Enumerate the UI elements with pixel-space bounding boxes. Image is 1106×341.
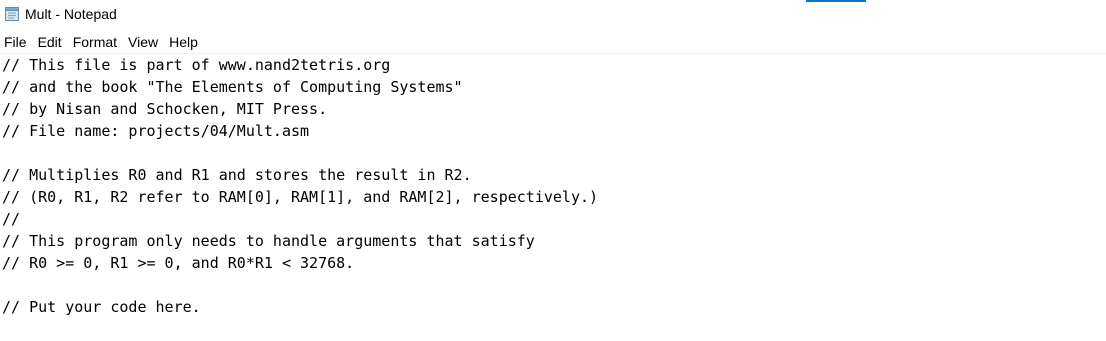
title-bar[interactable]: Mult - Notepad: [0, 0, 1106, 30]
text-line[interactable]: // (R0, R1, R2 refer to RAM[0], RAM[1], …: [2, 186, 598, 208]
menu-format[interactable]: Format: [68, 34, 123, 50]
title-accent-bar: [806, 0, 866, 2]
notepad-window: Mult - Notepad File Edit Format View Hel…: [0, 0, 1106, 341]
text-line[interactable]: // and the book "The Elements of Computi…: [2, 76, 463, 98]
notepad-icon[interactable]: [5, 7, 20, 21]
menu-file[interactable]: File: [0, 34, 33, 50]
text-line[interactable]: // Put your code here.: [2, 296, 201, 318]
menu-help[interactable]: Help: [164, 34, 204, 50]
menu-view[interactable]: View: [123, 34, 164, 50]
text-line[interactable]: // Multiplies R0 and R1 and stores the r…: [2, 164, 472, 186]
window-title: Mult - Notepad: [25, 6, 117, 22]
menu-edit[interactable]: Edit: [33, 34, 68, 50]
menu-bar: File Edit Format View Help: [0, 31, 1106, 52]
text-line[interactable]: //: [2, 208, 20, 230]
text-line[interactable]: // File name: projects/04/Mult.asm: [2, 120, 309, 142]
text-line[interactable]: // This file is part of www.nand2tetris.…: [2, 54, 390, 76]
text-editor[interactable]: // This file is part of www.nand2tetris.…: [0, 54, 1106, 341]
text-line[interactable]: // This program only needs to handle arg…: [2, 230, 535, 252]
text-line[interactable]: // R0 >= 0, R1 >= 0, and R0*R1 < 32768.: [2, 252, 354, 274]
text-line[interactable]: // by Nisan and Schocken, MIT Press.: [2, 98, 327, 120]
